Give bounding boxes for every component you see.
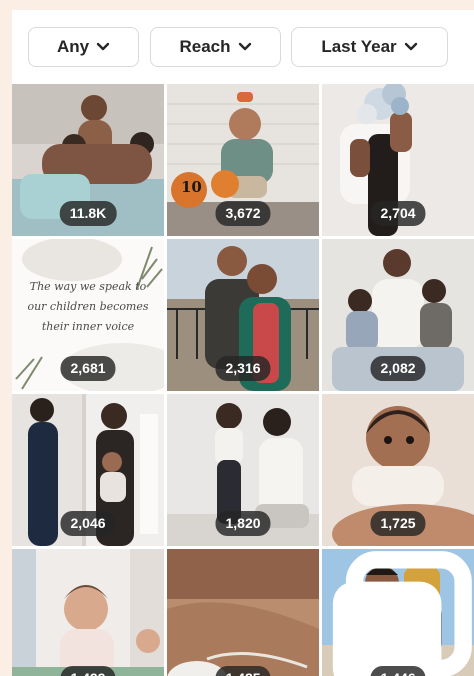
filter-reach-dropdown[interactable]: Reach <box>150 27 281 67</box>
post-reach-count: 1,725 <box>370 511 426 536</box>
chevron-down-icon <box>238 42 251 51</box>
post-thumbnail[interactable]: 2,704 <box>322 84 474 236</box>
chevron-down-icon <box>96 42 110 51</box>
post-thumbnail[interactable]: 1,725 <box>322 394 474 546</box>
post-reach-count: 11.8K <box>59 201 117 226</box>
multiple-photos-icon <box>332 551 472 676</box>
post-thumbnail[interactable]: 1,820 <box>167 394 319 546</box>
post-reach-count: 3,672 <box>215 201 271 226</box>
post-photo <box>12 549 164 676</box>
post-thumbnail[interactable]: 2,082 <box>322 239 474 391</box>
post-reach-count: 1,485 <box>215 666 271 676</box>
post-photo <box>167 549 319 676</box>
post-reach-count: 1,446 <box>370 666 426 676</box>
post-reach-count: 2,082 <box>370 356 426 381</box>
chevron-down-icon <box>404 42 417 51</box>
post-reach-count: 1,499 <box>60 666 116 676</box>
filter-any-label: Any <box>56 37 90 56</box>
post-thumbnail[interactable]: 10 3,672 <box>167 84 319 236</box>
post-thumbnail[interactable]: 1,499 <box>12 549 164 676</box>
filter-any-dropdown[interactable]: Any <box>28 27 139 67</box>
filter-reach-label: Reach <box>179 37 231 56</box>
post-thumbnail[interactable]: 1,485 <box>167 549 319 676</box>
post-quote-text: The way we speak to our children becomes… <box>27 280 149 333</box>
pumpkin-number: 10 <box>181 178 202 196</box>
filter-last-year-label: Last Year <box>321 37 397 56</box>
post-thumbnail[interactable]: The way we speak to our children becomes… <box>12 239 164 391</box>
post-reach-count: 2,681 <box>60 356 116 381</box>
post-thumbnail[interactable]: 11.8K <box>12 84 164 236</box>
post-reach-count: 2,046 <box>60 511 116 536</box>
post-thumbnail[interactable]: 1,446 <box>322 549 474 676</box>
post-thumbnail[interactable]: 2,046 <box>12 394 164 546</box>
post-reach-count: 2,704 <box>370 201 426 226</box>
filter-last-year-dropdown[interactable]: Last Year <box>291 27 448 67</box>
post-reach-count: 1,820 <box>215 511 271 536</box>
insights-panel: Any Reach Last Year 11.8K 10 3,672 2,704… <box>12 10 474 676</box>
filter-bar: Any Reach Last Year <box>12 10 474 84</box>
post-thumbnail[interactable]: 2,316 <box>167 239 319 391</box>
post-reach-count: 2,316 <box>215 356 271 381</box>
